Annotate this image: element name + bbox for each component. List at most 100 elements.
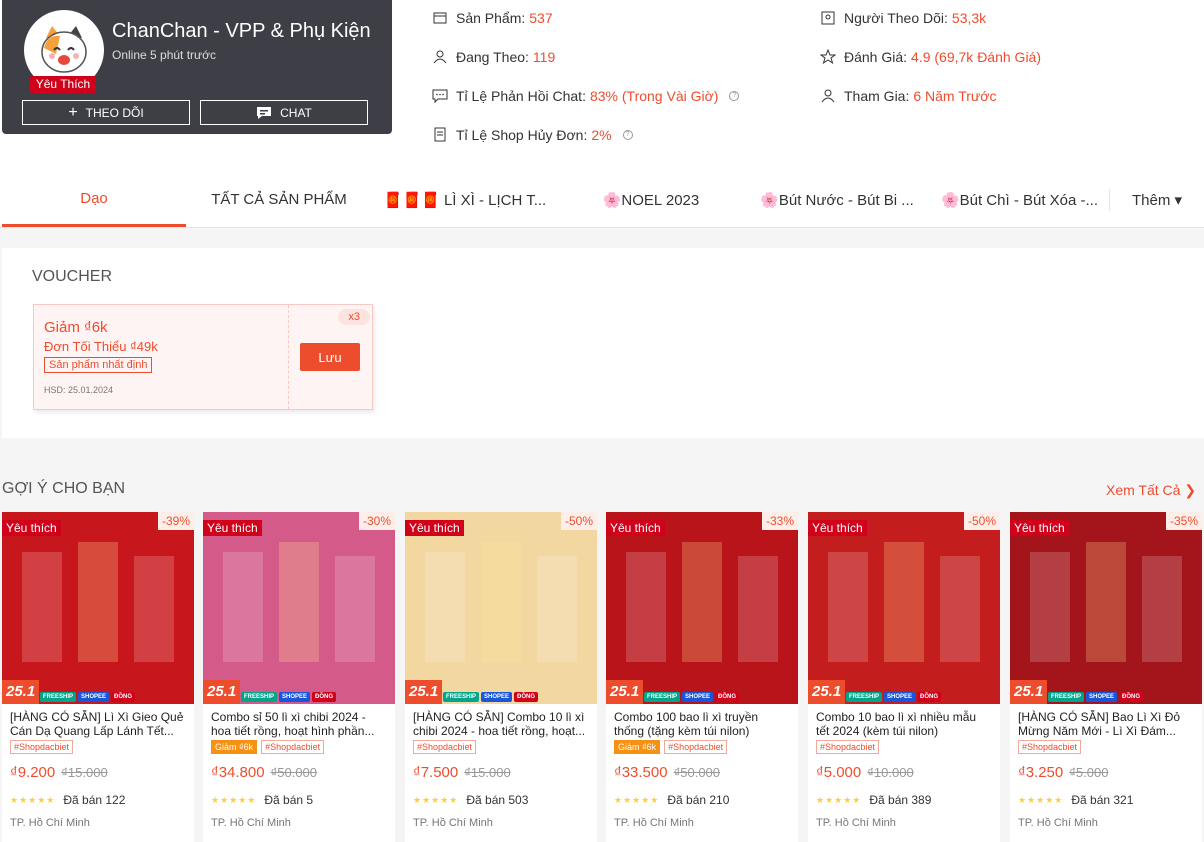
- product-image[interactable]: Yêu thích -39% 25.1 FREESHIP SHOPEE ĐỒNG: [2, 512, 194, 704]
- help-icon[interactable]: ?: [622, 130, 633, 140]
- product-location: TP. Hồ Chí Minh: [816, 817, 896, 829]
- product-tag: #Shopdacbiet: [413, 740, 477, 754]
- favorite-badge: Yêu thích: [203, 520, 262, 536]
- rating-stars-icon: ★★★★★: [614, 794, 660, 805]
- chat-icon: [257, 106, 272, 119]
- product-location: TP. Hồ Chí Minh: [10, 817, 90, 829]
- save-voucher-button[interactable]: Lưu: [300, 343, 360, 371]
- freeship-icon: FREESHIP: [846, 692, 883, 702]
- voucher-title: VOUCHER: [32, 268, 113, 285]
- voucher-condition: Sản phẩm nhất định: [44, 357, 153, 373]
- product-tag: #Shopdacbiet: [816, 740, 880, 754]
- freeship-icon: FREESHIP: [40, 692, 77, 702]
- product-card[interactable]: Yêu thích -50% 25.1 FREESHIP SHOPEE ĐỒNG…: [405, 512, 597, 842]
- tab-but-nuoc[interactable]: 🌸Bút Nước - Bút Bi ...: [744, 172, 930, 227]
- product-thumbnail-icon: [425, 542, 577, 662]
- chat-button[interactable]: CHAT: [200, 100, 368, 125]
- favorite-badge: Yêu thích: [405, 520, 464, 536]
- sale-date-badge: 25.1: [2, 680, 40, 704]
- product-sold-row: ★★★★★ Đã bán 321: [1010, 781, 1202, 807]
- product-title[interactable]: Combo 100 bao lì xì truyền thống (tặng k…: [606, 704, 798, 738]
- product-card[interactable]: Yêu thích -50% 25.1 FREESHIP SHOPEE ĐỒNG…: [808, 512, 1000, 842]
- product-image[interactable]: Yêu thích -35% 25.1 FREESHIP SHOPEE ĐỒNG: [1010, 512, 1202, 704]
- product-thumbnail-icon: [223, 542, 375, 662]
- tab-noel[interactable]: 🌸NOEL 2023: [558, 172, 744, 227]
- stat-value: 53,3k: [951, 10, 987, 26]
- product-price: ₫9.200: [10, 764, 56, 781]
- product-title[interactable]: [HÀNG CÓ SẴN] Lì Xì Gieo Quẻ Cán Dạ Quan…: [2, 704, 194, 738]
- product-price-row: ₫34.800 ₫50.000: [203, 756, 395, 781]
- product-location: TP. Hồ Chí Minh: [211, 817, 291, 829]
- shop-stats: Sản Phẩm: 537 Đang Theo: 119 Tỉ Lệ Phản Hồ…: [432, 0, 1202, 160]
- tab-dao[interactable]: Dạo: [2, 172, 186, 227]
- stat-label: Sản Phẩm:: [456, 10, 526, 26]
- star-icon: [820, 49, 836, 65]
- rating-stars-icon: ★★★★★: [816, 794, 862, 805]
- stat-followers: Người Theo Dõi: 53,3k: [820, 10, 986, 26]
- freeship-icon: FREESHIP: [644, 692, 681, 702]
- product-old-price: ₫5.000: [1069, 765, 1109, 780]
- sale-date-badge: 25.1: [405, 680, 443, 704]
- product-image[interactable]: Yêu thích -50% 25.1 FREESHIP SHOPEE ĐỒNG: [808, 512, 1000, 704]
- discount-badge: -30%: [358, 512, 395, 530]
- chat-bubble-icon: [432, 89, 448, 104]
- product-price: ₫34.800: [211, 764, 265, 781]
- order-icon: [434, 127, 446, 142]
- product-sold-row: ★★★★★ Đã bán 210: [606, 781, 798, 807]
- product-old-price: ₫50.000: [270, 765, 318, 780]
- product-tags: #Shopdacbiet: [405, 738, 597, 756]
- sale-date-badge: 25.1: [1010, 680, 1048, 704]
- promo-strip: FREESHIP SHOPEE ĐỒNG: [846, 692, 942, 702]
- rating-stars-icon: ★★★★★: [211, 794, 257, 805]
- promo-strip: FREESHIP SHOPEE ĐỒNG: [40, 692, 136, 702]
- tab-but-chi[interactable]: 🌸Bút Chì - Bút Xóa -...: [930, 189, 1110, 211]
- shop-name: ChanChan - VPP & Phụ Kiện: [112, 20, 371, 42]
- stat-cancel-rate: Tỉ Lệ Shop Hủy Đơn: 2%?: [432, 127, 633, 143]
- tab-li-xi[interactable]: 🧧🧧🧧 LÌ XÌ - LỊCH T...: [372, 172, 558, 227]
- product-location: TP. Hồ Chí Minh: [413, 817, 493, 829]
- product-card[interactable]: Yêu thích -39% 25.1 FREESHIP SHOPEE ĐỒNG…: [2, 512, 194, 842]
- product-tags: #Shopdacbiet: [1010, 738, 1202, 756]
- product-card[interactable]: Yêu thích -35% 25.1 FREESHIP SHOPEE ĐỒNG…: [1010, 512, 1202, 842]
- favorite-badge: Yêu thích: [1010, 520, 1069, 536]
- product-title[interactable]: Combo sỉ 50 lì xì chibi 2024 - hoa tiết …: [203, 704, 395, 738]
- product-sold-row: ★★★★★ Đã bán 122: [2, 781, 194, 807]
- promo-strip: FREESHIP SHOPEE ĐỒNG: [241, 692, 337, 702]
- tab-more[interactable]: Thêm ▾: [1110, 172, 1204, 227]
- product-title[interactable]: [HÀNG CÓ SẴN] Combo 10 lì xì chibi 2024 …: [405, 704, 597, 738]
- product-tag: #Shopdacbiet: [664, 740, 728, 754]
- follow-button[interactable]: + THEO DÕI: [22, 100, 190, 125]
- product-sold: Đã bán 389: [869, 793, 932, 807]
- followers-icon: [821, 11, 835, 25]
- product-card[interactable]: Yêu thích -33% 25.1 FREESHIP SHOPEE ĐỒNG…: [606, 512, 798, 842]
- stat-value: 119: [532, 49, 556, 65]
- see-all-link[interactable]: Xem Tất Cả ❯: [1106, 482, 1196, 499]
- product-image[interactable]: Yêu thích -30% 25.1 FREESHIP SHOPEE ĐỒNG: [203, 512, 395, 704]
- product-price: ₫7.500: [413, 764, 459, 781]
- product-sold: Đã bán 321: [1071, 793, 1134, 807]
- product-old-price: ₫15.000: [61, 765, 108, 780]
- help-icon[interactable]: ?: [729, 91, 740, 101]
- product-price-row: ₫9.200 ₫15.000: [2, 756, 194, 781]
- dong-kiem-icon: ĐỒNG: [111, 692, 136, 702]
- product-tags: #Shopdacbiet: [2, 738, 194, 756]
- product-title[interactable]: [HÀNG CÓ SẴN] Bao Lì Xì Đỏ Mừng Năm Mới …: [1010, 704, 1202, 738]
- freeship-icon: FREESHIP: [241, 692, 278, 702]
- product-title[interactable]: Combo 10 bao lì xì nhiều mẫu tết 2024 (k…: [808, 704, 1000, 738]
- favorite-badge: Yêu thích: [808, 520, 867, 536]
- stat-value: 2%: [591, 127, 612, 143]
- product-card[interactable]: Yêu thích -30% 25.1 FREESHIP SHOPEE ĐỒNG…: [203, 512, 395, 842]
- product-tag: #Shopdacbiet: [1018, 740, 1082, 754]
- rating-stars-icon: ★★★★★: [413, 794, 459, 805]
- product-image[interactable]: Yêu thích -33% 25.1 FREESHIP SHOPEE ĐỒNG: [606, 512, 798, 704]
- dong-kiem-icon: ĐỒNG: [514, 692, 539, 702]
- tab-all-products[interactable]: TẤT CẢ SẢN PHẨM: [186, 172, 372, 227]
- voucher-expiry: HSD: 25.01.2024: [44, 385, 114, 395]
- voucher-min-order: Đơn Tối Thiểu ₫49k: [44, 339, 158, 354]
- user-icon: [433, 50, 447, 64]
- dong-kiem-icon: ĐỒNG: [1119, 692, 1144, 702]
- product-price-row: ₫3.250 ₫5.000: [1010, 756, 1202, 781]
- suggest-title: GỢI Ý CHO BẠN: [2, 480, 126, 497]
- product-image[interactable]: Yêu thích -50% 25.1 FREESHIP SHOPEE ĐỒNG: [405, 512, 597, 704]
- discount-badge: -50%: [963, 512, 1000, 530]
